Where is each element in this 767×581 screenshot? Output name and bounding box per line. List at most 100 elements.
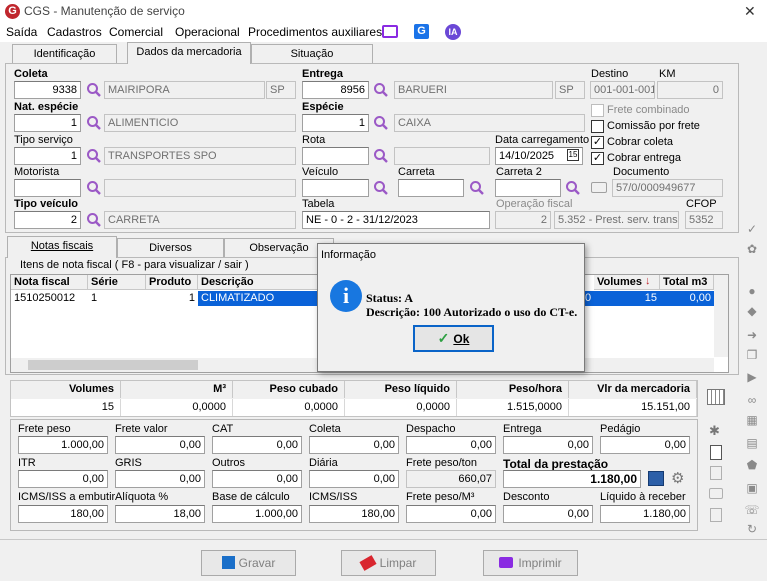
desconto-input[interactable]: 0,00	[503, 505, 593, 523]
cell-hidden-value[interactable]: 0	[584, 291, 594, 306]
liquido-receber-input[interactable]: 1.180,00	[600, 505, 690, 523]
tipo-veiculo-code-input[interactable]: 2	[14, 211, 81, 229]
pedagio-input[interactable]: 0,00	[600, 436, 690, 454]
calendar-icon[interactable]: 15	[567, 149, 579, 161]
col-serie[interactable]: Série	[88, 275, 146, 290]
gravar-button[interactable]: Gravar	[201, 550, 296, 576]
despacho-input[interactable]: 0,00	[406, 436, 496, 454]
menu-operacional[interactable]: Operacional	[175, 25, 240, 39]
cell-nota-fiscal[interactable]: 1510250012	[11, 291, 88, 306]
itr-input[interactable]: 0,00	[18, 470, 108, 488]
tab-identificacao[interactable]: Identificação	[12, 44, 117, 64]
tag-icon[interactable]: ▶	[744, 370, 760, 384]
base-calculo-input[interactable]: 1.000,00	[212, 505, 302, 523]
cobrar-entrega-checkbox[interactable]: ✓	[591, 152, 604, 165]
icms-embutir-input[interactable]: 180,00	[18, 505, 108, 523]
circle-icon[interactable]: ●	[744, 284, 760, 298]
especie-search-icon[interactable]	[373, 115, 389, 131]
tab-diversos[interactable]: Diversos	[117, 238, 224, 258]
cell-produto[interactable]: 1	[146, 291, 198, 306]
veiculo-input[interactable]	[302, 179, 369, 197]
frete-valor-input[interactable]: 0,00	[115, 436, 205, 454]
motorista-search-icon[interactable]	[86, 180, 102, 196]
settings-gear-icon[interactable]: ⚙	[671, 469, 684, 487]
col-produto[interactable]: Produto	[146, 275, 198, 290]
tipo-veiculo-search-icon[interactable]	[86, 212, 102, 228]
aliquota-input[interactable]: 18,00	[115, 505, 205, 523]
tipo-servico-code-input[interactable]: 1	[14, 147, 81, 165]
calculator-icon[interactable]	[707, 389, 725, 405]
limpar-button[interactable]: Limpar	[341, 550, 436, 576]
frete-peso-input[interactable]: 1.000,00	[18, 436, 108, 454]
ia-icon[interactable]: IA	[445, 24, 461, 40]
note-icon[interactable]	[710, 508, 722, 522]
frete-peso-m3-input[interactable]: 0,00	[406, 505, 496, 523]
cell-descricao[interactable]: CLIMATIZADO	[198, 291, 318, 306]
icms-iss-input[interactable]: 180,00	[309, 505, 399, 523]
coleta-code-input[interactable]: 9338	[14, 81, 81, 99]
bug-icon[interactable]: ✱	[709, 423, 720, 439]
cell-total-m3[interactable]: 0,00	[660, 291, 714, 306]
refresh-icon[interactable]: ↻	[744, 522, 760, 536]
coleta-valor-input[interactable]: 0,00	[309, 436, 399, 454]
cell-volumes[interactable]: 15	[594, 291, 660, 306]
motorista-input[interactable]	[14, 179, 81, 197]
col-total-m3[interactable]: Total m3	[660, 275, 714, 290]
printer-small-icon[interactable]	[710, 466, 722, 480]
cell-serie[interactable]: 1	[88, 291, 146, 306]
tipo-servico-search-icon[interactable]	[86, 148, 102, 164]
stack-icon[interactable]: ▦	[744, 413, 760, 427]
entrega-valor-input[interactable]: 0,00	[503, 436, 593, 454]
especie-code-input[interactable]: 1	[302, 114, 369, 132]
rota-input[interactable]	[302, 147, 369, 165]
carreta-search-icon[interactable]	[469, 180, 485, 196]
leaf-icon[interactable]: ◆	[744, 304, 760, 318]
entrega-search-icon[interactable]	[373, 82, 389, 98]
shield-icon[interactable]: ⬟	[744, 458, 760, 472]
menu-cadastros[interactable]: Cadastros	[47, 25, 102, 39]
hscroll-thumb[interactable]	[28, 360, 198, 370]
monitor-icon[interactable]	[382, 25, 398, 38]
diaria-input[interactable]: 0,00	[309, 470, 399, 488]
cat-input[interactable]: 0,00	[212, 436, 302, 454]
imprimir-button[interactable]: Imprimir	[483, 550, 578, 576]
grid-vscroll[interactable]	[714, 275, 728, 357]
money-icon[interactable]: ▣	[744, 481, 760, 495]
puzzle-icon[interactable]: ✿	[744, 242, 760, 256]
entrega-code-input[interactable]: 8956	[302, 81, 369, 99]
menu-saida[interactable]: Saída	[6, 25, 37, 39]
copy-icon[interactable]: ❐	[744, 348, 760, 362]
book-icon[interactable]	[648, 471, 664, 486]
phone-icon[interactable]: ☏	[744, 503, 760, 517]
ok-button[interactable]: ✓ Ok	[413, 325, 494, 352]
rota-search-icon[interactable]	[373, 148, 389, 164]
tab-situacao[interactable]: Situação	[251, 44, 373, 64]
cobrar-coleta-checkbox[interactable]: ✓	[591, 136, 604, 149]
col-descricao[interactable]: Descrição	[198, 275, 318, 290]
total-prestacao-input[interactable]: 1.180,00	[503, 470, 641, 488]
veiculo-search-icon[interactable]	[373, 180, 389, 196]
close-button[interactable]: ✕	[744, 3, 756, 20]
col-nota-fiscal[interactable]: Nota fiscal	[11, 275, 88, 290]
carreta2-search-icon[interactable]	[565, 180, 581, 196]
menu-procedimentos[interactable]: Procedimentos auxiliares	[248, 25, 382, 39]
tab-notas-fiscais[interactable]: Notas fiscais	[7, 236, 117, 258]
nat-especie-search-icon[interactable]	[86, 115, 102, 131]
comissao-frete-checkbox[interactable]	[591, 120, 604, 133]
carreta-input[interactable]	[398, 179, 464, 197]
pdf-icon[interactable]	[710, 445, 722, 460]
link-icon[interactable]: ∞	[744, 393, 760, 407]
export-icon[interactable]: ➜	[744, 328, 760, 342]
gris-input[interactable]: 0,00	[115, 470, 205, 488]
list-icon[interactable]: ▤	[744, 436, 760, 450]
tab-dados-mercadoria[interactable]: Dados da mercadoria	[127, 42, 251, 64]
carreta2-input[interactable]	[495, 179, 561, 197]
check-icon[interactable]: ✓	[744, 222, 760, 236]
tabela-input[interactable]: NE - 0 - 2 - 31/12/2023	[302, 211, 490, 229]
comment-icon[interactable]	[709, 488, 723, 499]
g-icon[interactable]: G	[414, 24, 429, 39]
coleta-search-icon[interactable]	[86, 82, 102, 98]
menu-comercial[interactable]: Comercial	[109, 25, 163, 39]
outros-input[interactable]: 0,00	[212, 470, 302, 488]
nat-especie-code-input[interactable]: 1	[14, 114, 81, 132]
